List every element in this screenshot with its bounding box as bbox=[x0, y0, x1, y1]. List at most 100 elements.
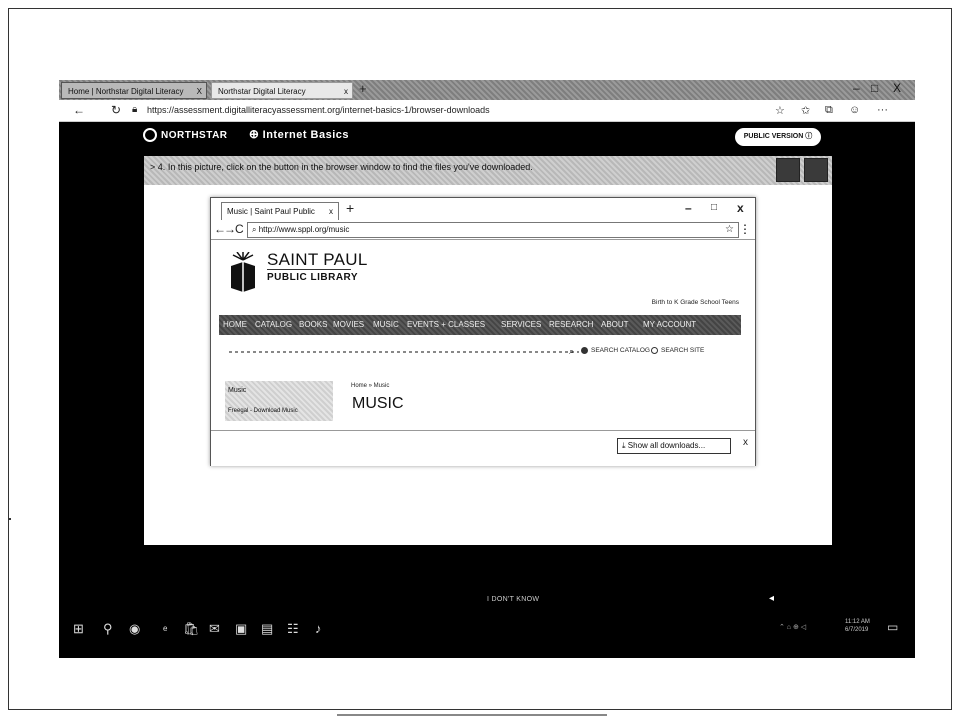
brand-name: NORTHSTAR bbox=[161, 130, 228, 141]
sim-url-field[interactable]: ⌕ http://www.sppl.org/music ☆ bbox=[247, 222, 739, 238]
sim-bookmark-star-icon[interactable]: ☆ bbox=[725, 223, 734, 237]
sim-minimize-button[interactable]: – bbox=[685, 201, 692, 215]
windows-taskbar: ⊞ ⚲ ◉ e 🛍︎ ✉ ▣ ▤ ☷ ♪ ⌃ ⌂ ⊕ ◁ 11:12 AM 6/… bbox=[59, 610, 915, 658]
library-name-line1: SAINT PAUL bbox=[267, 250, 368, 269]
question-bar: > 4. In this picture, click on the butto… bbox=[144, 156, 832, 185]
nav-books[interactable]: BOOKS bbox=[299, 320, 327, 329]
sim-tab-title: Music | Saint Paul Public bbox=[227, 207, 315, 216]
library-nav-bar: HOME CATALOG BOOKS MOVIES MUSIC EVENTS +… bbox=[219, 315, 741, 335]
search-site-label: SEARCH SITE bbox=[661, 347, 705, 355]
search-catalog-option[interactable]: SEARCH CATALOG bbox=[581, 347, 650, 354]
radio-empty-icon bbox=[651, 347, 658, 354]
search-icon[interactable]: ⌕ bbox=[569, 346, 574, 357]
globe-icon: ⊕ bbox=[248, 127, 260, 141]
nav-movies[interactable]: MOVIES bbox=[333, 320, 364, 329]
download-icon: ⤓ bbox=[622, 441, 626, 450]
tab-title: Home | Northstar Digital Literacy bbox=[68, 87, 184, 96]
lock-icon: 🔒︎ bbox=[132, 104, 138, 115]
edge-icon[interactable]: e bbox=[163, 624, 167, 633]
favorites-bar-icon[interactable]: ✩ bbox=[801, 104, 810, 117]
library-name-line2: PUBLIC LIBRARY bbox=[267, 272, 359, 283]
app-icon[interactable]: ▤ bbox=[261, 621, 273, 637]
nav-research[interactable]: RESEARCH bbox=[549, 320, 593, 329]
clock-time: 11:12 AM bbox=[845, 619, 870, 625]
i-dont-know-button[interactable]: I DON'T KNOW bbox=[487, 596, 539, 603]
minimize-button[interactable]: – bbox=[853, 81, 860, 95]
library-logo-icon bbox=[231, 252, 255, 292]
help-button[interactable] bbox=[804, 158, 828, 182]
close-window-button[interactable]: X bbox=[893, 81, 901, 95]
notification-icon[interactable]: ▭ bbox=[887, 620, 898, 634]
sim-maximize-button[interactable]: □ bbox=[711, 202, 717, 213]
downloads-bar: ⤓ Show all downloads... x bbox=[211, 430, 755, 466]
profile-icon[interactable]: ☺ bbox=[849, 104, 860, 116]
margin-mark bbox=[8, 518, 11, 520]
assessment-footer: I DON'T KNOW ◂ bbox=[59, 590, 915, 610]
tab-northstar-assessment[interactable]: Northstar Digital Literacy x bbox=[211, 82, 353, 99]
search-icon[interactable]: ⚲ bbox=[103, 621, 113, 637]
sim-address-bar: ← → C ⌕ http://www.sppl.org/music ☆ ⋮ bbox=[211, 220, 755, 240]
tab-title: Northstar Digital Literacy bbox=[218, 87, 306, 96]
sim-close-button[interactable]: x bbox=[737, 201, 744, 215]
sim-search-icon: ⌕ bbox=[252, 225, 259, 234]
screenshot-screen: Home | Northstar Digital Literacy X Nort… bbox=[59, 80, 915, 658]
northstar-logo-icon bbox=[143, 128, 157, 143]
show-all-downloads-button[interactable]: ⤓ Show all downloads... bbox=[617, 438, 731, 454]
new-tab-button[interactable]: + bbox=[359, 81, 367, 96]
search-catalog-label: SEARCH CATALOG bbox=[591, 347, 650, 355]
sim-tab-close-icon[interactable]: x bbox=[329, 203, 333, 220]
windows-start-icon[interactable]: ⊞ bbox=[73, 621, 84, 637]
store-icon[interactable]: 🛍︎ bbox=[183, 621, 200, 637]
browser-tab-bar: Home | Northstar Digital Literacy X Nort… bbox=[59, 80, 915, 100]
nav-music[interactable]: MUSIC bbox=[373, 320, 399, 329]
nav-services[interactable]: SERVICES bbox=[501, 320, 541, 329]
sim-tab-music[interactable]: Music | Saint Paul Public x bbox=[221, 202, 339, 220]
footer-line bbox=[337, 714, 607, 716]
music-sidebar: Music Freegal - Download Music bbox=[225, 381, 333, 421]
question-number: 4 bbox=[157, 162, 163, 172]
search-input[interactable] bbox=[229, 351, 579, 353]
nav-home[interactable]: HOME bbox=[223, 320, 247, 329]
sim-url-text: http://www.sppl.org/music bbox=[258, 225, 350, 234]
library-search-row: ⌕ SEARCH CATALOG SEARCH SITE bbox=[219, 346, 741, 358]
downloads-bar-close-icon[interactable]: x bbox=[743, 437, 748, 448]
explorer-icon[interactable]: ▣ bbox=[235, 621, 247, 637]
nav-catalog[interactable]: CATALOG bbox=[255, 320, 292, 329]
mail-icon[interactable]: ✉ bbox=[209, 621, 220, 637]
question-text-row: > 4. In this picture, click on the butto… bbox=[150, 162, 533, 172]
calendar-icon[interactable]: ☷ bbox=[287, 621, 299, 637]
chevron-right-icon: > bbox=[150, 162, 156, 172]
browser-address-bar: ← ↻ 🔒︎ https://assessment.digitalliterac… bbox=[59, 100, 915, 122]
more-menu-icon[interactable]: ··· bbox=[877, 104, 888, 116]
sim-refresh-icon[interactable]: C bbox=[235, 222, 244, 236]
taskbar-clock[interactable]: 11:12 AM 6/7/2019 bbox=[845, 618, 870, 634]
refresh-icon[interactable]: ↻ bbox=[111, 103, 121, 117]
nav-my-account[interactable]: MY ACCOUNT bbox=[643, 320, 696, 329]
tab-northstar-home[interactable]: Home | Northstar Digital Literacy X bbox=[61, 82, 207, 99]
sim-more-menu-icon[interactable]: ⋮ bbox=[739, 222, 751, 236]
breadcrumb[interactable]: Home » Music bbox=[351, 383, 389, 389]
sidebar-link-freegal[interactable]: Freegal - Download Music bbox=[228, 408, 298, 414]
maximize-button[interactable]: □ bbox=[871, 81, 878, 95]
share-icon[interactable]: ⧉ bbox=[825, 104, 833, 117]
favorite-star-icon[interactable]: ☆ bbox=[775, 104, 785, 117]
audio-button[interactable] bbox=[776, 158, 800, 182]
assessment-page: NORTHSTAR ⊕ Internet Basics PUBLIC VERSI… bbox=[59, 122, 915, 590]
sidebar-heading[interactable]: Music bbox=[228, 387, 246, 394]
tab-close-icon[interactable]: X bbox=[197, 83, 202, 98]
sim-new-tab-button[interactable]: + bbox=[346, 200, 354, 216]
system-tray[interactable]: ⌃ ⌂ ⊕ ◁ bbox=[779, 623, 806, 631]
back-arrow-icon[interactable]: ← bbox=[73, 103, 85, 117]
back-arrow-icon[interactable]: ◂ bbox=[769, 593, 774, 604]
nav-events-classes[interactable]: EVENTS + CLASSES bbox=[407, 320, 485, 329]
pin-icon[interactable]: ♪ bbox=[315, 621, 322, 636]
search-site-option[interactable]: SEARCH SITE bbox=[651, 347, 704, 354]
public-version-button[interactable]: PUBLIC VERSION ⓘ bbox=[735, 128, 821, 146]
tab-close-icon[interactable]: x bbox=[344, 83, 348, 98]
nav-about[interactable]: ABOUT bbox=[601, 320, 629, 329]
url-field[interactable]: https://assessment.digitalliteracyassess… bbox=[147, 105, 490, 115]
question-text: In this picture, click on the button in … bbox=[167, 162, 533, 172]
audience-links[interactable]: Birth to K Grade School Teens bbox=[652, 299, 739, 306]
show-all-downloads-label: Show all downloads... bbox=[627, 441, 706, 450]
task-view-icon[interactable]: ◉ bbox=[129, 621, 140, 637]
